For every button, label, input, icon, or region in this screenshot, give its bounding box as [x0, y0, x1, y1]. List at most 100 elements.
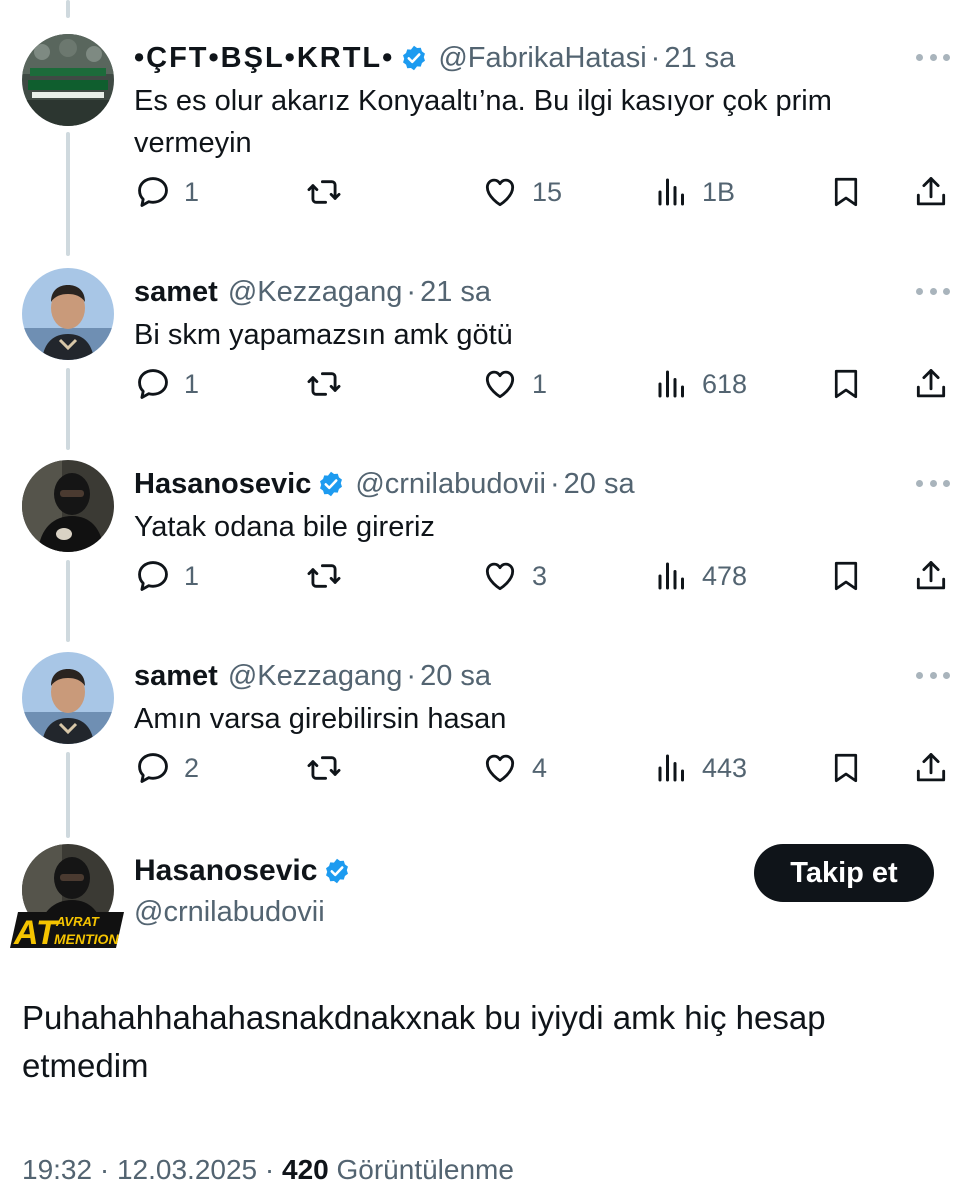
follow-button[interactable]: Takip et: [754, 844, 934, 902]
bookmark-button[interactable]: [828, 362, 864, 406]
timestamp[interactable]: 21 sa: [420, 276, 491, 309]
repost-button[interactable]: [304, 170, 356, 214]
reply-button[interactable]: 1: [134, 170, 199, 214]
handle[interactable]: @Kezzagang: [228, 276, 403, 309]
views-icon: [658, 178, 684, 206]
share-button[interactable]: [912, 554, 950, 598]
avatar[interactable]: [22, 652, 114, 744]
action-bar: 1 1 618: [134, 362, 954, 406]
reply-tweet[interactable]: samet @Kezzagang · 21 sa Bi skm yapamazs…: [0, 262, 976, 452]
display-name[interactable]: samet: [134, 660, 218, 693]
timestamp[interactable]: 20 sa: [420, 660, 491, 693]
reply-button[interactable]: 2: [134, 746, 199, 790]
like-button[interactable]: 1: [480, 362, 547, 406]
views-icon: [658, 370, 684, 398]
post-time[interactable]: 19:32: [22, 1154, 92, 1185]
separator: ·: [406, 659, 417, 692]
separator: ·: [99, 1154, 110, 1185]
tweet-text: Bi skm yapamazsın amk götü: [134, 319, 513, 351]
like-button[interactable]: 15: [480, 170, 562, 214]
handle[interactable]: @crnilabudovii: [134, 896, 325, 929]
verified-badge-icon: [326, 858, 349, 884]
like-count: 3: [532, 560, 548, 591]
views-label: Görüntülenme: [336, 1154, 514, 1185]
more-icon[interactable]: [916, 468, 950, 498]
display-name[interactable]: samet: [134, 276, 218, 309]
share-icon: [916, 753, 946, 782]
action-bar: 1 15 1B: [134, 170, 954, 214]
timestamp[interactable]: 20 sa: [564, 468, 635, 501]
reply-button[interactable]: 1: [134, 362, 199, 406]
post-date[interactable]: 12.03.2025: [117, 1154, 257, 1185]
views-count: 618: [702, 368, 748, 399]
like-button[interactable]: 3: [480, 554, 547, 598]
bookmark-button[interactable]: [828, 746, 864, 790]
like-icon: [485, 370, 515, 399]
more-icon[interactable]: [916, 660, 950, 690]
thread-line: [66, 0, 70, 18]
display-name[interactable]: Hasanosevic: [134, 854, 317, 888]
separator: ·: [264, 1154, 275, 1185]
reply-tweet[interactable]: •ÇFT•BŞL•KRTL• @FabrikaHatasi · 21 sa Es…: [0, 28, 976, 228]
reply-tweet[interactable]: Hasanosevic @crnilabudovii · 20 sa Yatak…: [0, 454, 976, 644]
repost-icon: [307, 180, 341, 204]
repost-button[interactable]: [304, 554, 356, 598]
selfie-avatar: [22, 268, 114, 360]
bookmark-button[interactable]: [828, 554, 864, 598]
like-count: 4: [532, 752, 548, 783]
display-name[interactable]: Hasanosevic: [134, 468, 311, 501]
badge-top-text: AVRAT: [55, 914, 100, 929]
share-icon: [916, 177, 946, 206]
tweet-text: Amın varsa girebilirsin hasan: [134, 703, 507, 735]
bookmark-button[interactable]: [828, 170, 864, 214]
like-icon: [485, 178, 515, 207]
like-icon: [485, 562, 515, 591]
separator: ·: [549, 467, 560, 500]
avatar[interactable]: [22, 34, 114, 126]
like-button[interactable]: 4: [480, 746, 547, 790]
reply-count: 1: [184, 368, 200, 399]
action-bar: 2 4 443: [134, 746, 954, 790]
badge-bottom-text: MENTION: [54, 931, 119, 947]
avatar[interactable]: [22, 460, 114, 552]
repost-button[interactable]: [304, 362, 356, 406]
repost-icon: [307, 372, 341, 396]
tweet-text: Yatak odana bile gireriz: [134, 511, 435, 543]
bookmark-icon: [834, 369, 858, 399]
bookmark-icon: [834, 753, 858, 783]
avatar[interactable]: [22, 268, 114, 360]
more-icon[interactable]: [916, 42, 950, 72]
share-button[interactable]: [912, 746, 950, 790]
reply-count: 1: [184, 176, 200, 207]
reply-button[interactable]: 1: [134, 554, 199, 598]
handle[interactable]: @Kezzagang: [228, 660, 403, 693]
action-bar: 1 3 478: [134, 554, 954, 598]
display-name[interactable]: •ÇFT•BŞL•KRTL•: [134, 42, 394, 75]
masked-person-avatar: [22, 460, 114, 552]
more-icon[interactable]: [916, 276, 950, 306]
like-icon: [485, 754, 515, 783]
repost-button[interactable]: [304, 746, 356, 790]
views-button[interactable]: 1B: [654, 170, 735, 214]
views-count: 443: [702, 752, 748, 783]
share-icon: [916, 369, 946, 398]
share-button[interactable]: [912, 362, 950, 406]
bookmark-icon: [834, 177, 858, 207]
share-button[interactable]: [912, 170, 950, 214]
repost-icon: [307, 756, 341, 780]
views-button[interactable]: 618: [654, 362, 747, 406]
views-count: 1B: [702, 176, 736, 207]
views-button[interactable]: 443: [654, 746, 747, 790]
timestamp[interactable]: 21 sa: [664, 42, 735, 75]
konyaspor-fans-avatar: [22, 34, 114, 126]
views-button[interactable]: 478: [654, 554, 747, 598]
handle[interactable]: @FabrikaHatasi: [438, 42, 646, 75]
separator: ·: [406, 275, 417, 308]
handle[interactable]: @crnilabudovii: [355, 468, 546, 501]
reply-count: 1: [184, 560, 200, 591]
share-icon: [916, 561, 946, 590]
like-count: 15: [532, 176, 563, 207]
reply-count: 2: [184, 752, 200, 783]
like-count: 1: [532, 368, 548, 399]
reply-tweet[interactable]: samet @Kezzagang · 20 sa Amın varsa gire…: [0, 646, 976, 836]
